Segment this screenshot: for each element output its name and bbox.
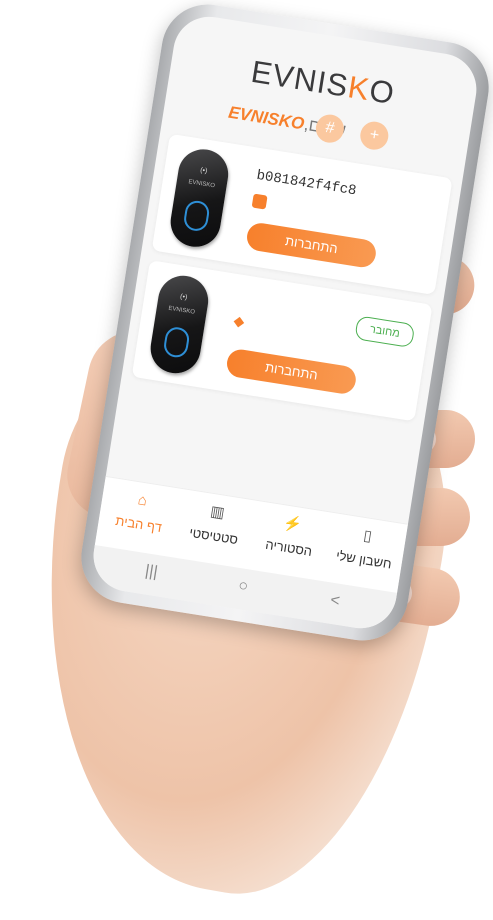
nav-item-home[interactable]: ⌂ דף הבית — [100, 485, 181, 537]
device-status-icon — [251, 193, 268, 210]
wifi-icon: ◆ — [232, 312, 246, 330]
charger-led-label: (•) — [179, 293, 188, 302]
plus-icon: + — [368, 126, 381, 145]
back-button[interactable]: < — [314, 589, 356, 613]
charger-device-label: EVNISKO — [167, 305, 196, 316]
charger-image: (•) EVNISKO — [167, 145, 232, 251]
add-charger-button[interactable]: + — [358, 119, 391, 152]
charger-ring — [162, 325, 191, 359]
charger-device-label: EVNISKO — [187, 179, 216, 190]
recent-apps-button[interactable]: ||| — [130, 560, 172, 584]
greeting-name: EVNISKO — [227, 102, 306, 134]
nav-item-account[interactable]: ▯ חשבון שלי — [325, 521, 406, 573]
nav-item-statistics[interactable]: ▥ סטטיסטי — [175, 497, 256, 549]
charger-ring — [182, 199, 211, 233]
connect-button[interactable]: התחברות — [245, 221, 378, 270]
home-button[interactable]: ○ — [222, 575, 264, 599]
charger-id: b081842f4fc8 — [255, 167, 358, 200]
status-badge: מחובר — [354, 315, 416, 349]
charger-led-label: (•) — [199, 166, 208, 175]
connect-button[interactable]: התחברות — [225, 347, 358, 396]
charger-image: (•) EVNISKO — [147, 272, 212, 377]
menu-icon: # — [324, 119, 336, 138]
nav-item-history[interactable]: ⚡ הסטוריה — [250, 509, 331, 561]
